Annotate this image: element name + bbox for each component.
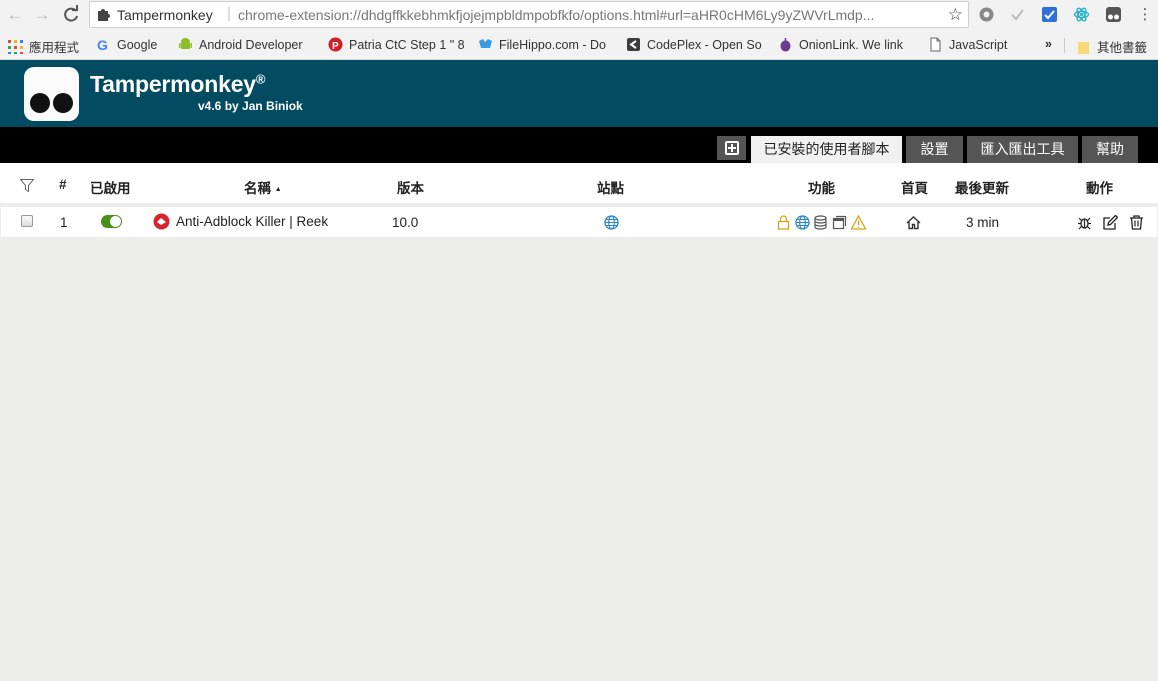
bookmark-javascript[interactable]: JavaScript	[928, 37, 1028, 54]
bookmark-label: 其他書籤	[1097, 41, 1148, 54]
warning-icon	[851, 215, 866, 230]
extension-name: Tampermonkey	[117, 7, 213, 23]
bookmark-google[interactable]: G Google	[96, 37, 168, 54]
bookmark-label: FileHippo.com - Do	[499, 38, 606, 52]
bookmark-label: 應用程式	[29, 41, 80, 54]
bookmark-onionlink[interactable]: OnionLink. We link	[778, 37, 912, 54]
bookmark-label: Patria CtC Step 1 " 8	[349, 38, 464, 52]
url-text[interactable]: chrome-extension://dhdgffkkebhmkfjojejmp…	[238, 7, 938, 23]
row-number: 1	[60, 215, 68, 230]
address-bar[interactable]: Tampermonkey | chrome-extension://dhdgff…	[89, 1, 969, 28]
database-icon	[814, 215, 827, 230]
row-select-checkbox[interactable]	[21, 215, 33, 227]
header-actions: 動作	[1086, 181, 1113, 196]
tampermonkey-logo	[24, 67, 79, 121]
codeplex-icon	[627, 38, 640, 51]
app-version: v4.6 by Jan Biniok	[198, 99, 303, 113]
tab-installed-scripts[interactable]: 已安裝的使用者腳本	[751, 136, 902, 163]
window-icon	[832, 215, 847, 230]
logo-right-eye	[53, 93, 73, 113]
bookmarks-overflow-button[interactable]: »	[1045, 37, 1059, 54]
header-name[interactable]: 名稱 ▲	[244, 177, 282, 197]
lock-icon	[777, 215, 790, 230]
menu-dots-icon[interactable]: ⋮	[1134, 4, 1156, 26]
script-favicon-icon	[153, 213, 170, 230]
reload-icon[interactable]	[60, 4, 82, 26]
tab-settings[interactable]: 設置	[906, 136, 963, 163]
add-script-button[interactable]	[717, 136, 746, 160]
sort-ascending-icon: ▲	[274, 186, 282, 193]
site-globe-icon[interactable]	[604, 215, 619, 230]
page-icon	[930, 37, 941, 52]
registered-mark: ®	[255, 71, 266, 87]
bookmark-codeplex[interactable]: CodePlex - Open So	[626, 37, 764, 54]
header-features[interactable]: 功能	[808, 177, 835, 197]
bookmark-apps[interactable]: 應用程式	[8, 37, 88, 54]
forward-arrow-icon[interactable]: →	[31, 4, 53, 26]
check-extension-icon[interactable]	[1009, 6, 1026, 23]
app-title-text: Tampermonkey	[90, 71, 256, 97]
header-name-label: 名稱	[244, 181, 271, 196]
filter-icon[interactable]	[20, 179, 34, 192]
header-num: #	[59, 177, 67, 192]
edit-icon[interactable]	[1103, 215, 1118, 230]
header-version[interactable]: 版本	[397, 177, 424, 197]
checkbox-extension-icon[interactable]	[1041, 6, 1058, 23]
bug-icon[interactable]	[1077, 215, 1092, 230]
header-sites[interactable]: 站點	[597, 177, 624, 197]
script-version: 10.0	[392, 215, 419, 230]
trash-icon[interactable]	[1129, 215, 1144, 230]
svg-text:P: P	[332, 41, 339, 52]
bookmark-patria[interactable]: P Patria CtC Step 1 " 8	[328, 37, 464, 54]
header-last-updated[interactable]: 最後更新	[955, 177, 1009, 197]
star-icon[interactable]: ☆	[948, 5, 963, 25]
folder-icon	[1078, 42, 1089, 54]
table-row: 1 Anti-Adblock Killer | Reek 10.0 3 min	[1, 207, 1157, 237]
puzzle-icon	[98, 9, 110, 21]
filehippo-icon	[479, 39, 492, 48]
tab-help[interactable]: 幫助	[1082, 136, 1138, 163]
bookmarks-divider	[1064, 38, 1065, 53]
gear-extension-icon[interactable]	[978, 6, 995, 23]
apps-grid-icon	[8, 40, 23, 54]
pinterest-icon: P	[328, 37, 343, 52]
bookmarks-bar: 應用程式 G Google Android Developer P Patria C…	[0, 30, 1158, 60]
enabled-toggle[interactable]	[101, 215, 122, 228]
url-separator: |	[227, 5, 231, 22]
bookmark-android-developer[interactable]: Android Developer	[178, 37, 314, 54]
bookmark-label: JavaScript	[949, 38, 1008, 52]
bookmark-label: Google	[117, 38, 158, 52]
bookmark-filehippo[interactable]: FileHippo.com - Do	[478, 37, 614, 54]
header-enabled[interactable]: 已啟用	[90, 177, 131, 197]
plus-box-icon	[725, 141, 739, 155]
other-bookmarks[interactable]: 其他書籤	[1076, 37, 1156, 54]
bookmark-label: Android Developer	[199, 38, 303, 52]
home-icon[interactable]	[906, 215, 921, 230]
tab-utilities[interactable]: 匯入匯出工具	[967, 136, 1078, 163]
back-arrow-icon[interactable]: ←	[4, 4, 26, 26]
logo-left-eye	[30, 93, 50, 113]
android-icon	[179, 38, 192, 49]
tab-bar: 已安裝的使用者腳本 設置 匯入匯出工具 幫助	[0, 127, 1158, 163]
header-homepage[interactable]: 首頁	[901, 177, 928, 197]
bookmark-label: CodePlex - Open So	[647, 38, 762, 52]
scripts-table: # 已啟用 名稱 ▲ 版本 站點 功能 首頁 最後更新 動作 1 Anti-Ad…	[0, 163, 1158, 681]
bookmark-label: OnionLink. We link	[799, 38, 903, 52]
onion-icon	[780, 38, 791, 52]
browser-toolbar: ← → Tampermonkey | chrome-extension://dh…	[0, 0, 1158, 30]
tampermonkey-extension-icon[interactable]	[1105, 6, 1122, 23]
app-header: Tampermonkey® v4.6 by Jan Biniok	[0, 60, 1158, 127]
react-extension-icon[interactable]	[1073, 6, 1090, 23]
app-title: Tampermonkey®	[90, 71, 266, 98]
google-icon: G	[97, 37, 108, 52]
svg-text:G: G	[97, 37, 108, 52]
last-updated: 3 min	[966, 215, 1000, 230]
table-header: # 已啟用 名稱 ▲ 版本 站點 功能 首頁 最後更新 動作	[0, 163, 1158, 203]
script-name-link[interactable]: Anti-Adblock Killer | Reek	[176, 214, 328, 229]
globe-icon	[795, 215, 810, 230]
